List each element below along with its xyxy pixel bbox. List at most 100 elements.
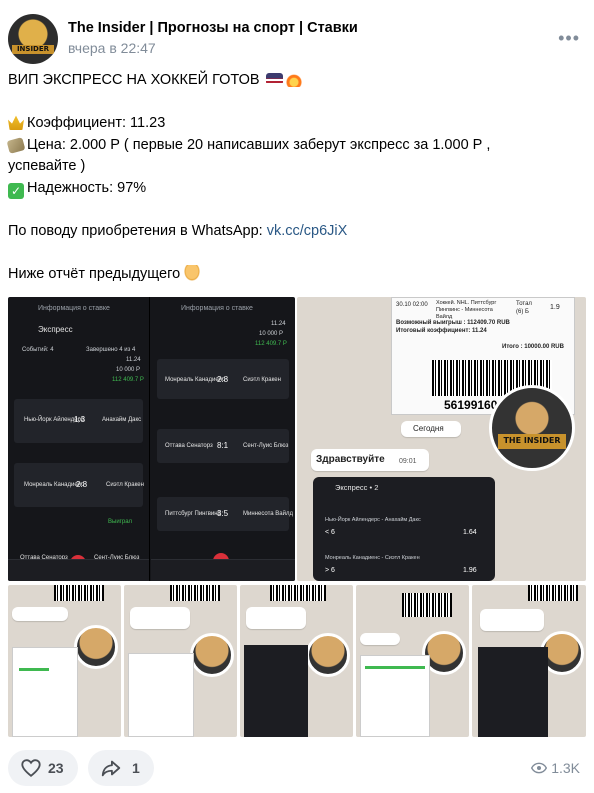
coef-value: 11.24 [271,321,286,327]
match-away: Миннесота Вайлд [243,511,293,517]
fire-icon [285,71,302,87]
app-screenshot [12,647,78,737]
insider-badge-icon: THE INSIDER [489,385,575,471]
date-chip-label: Сегодня [413,424,444,433]
share-button[interactable]: 1 [88,750,154,786]
reliability-text: Надежность: 97% [27,179,147,196]
barcode-graphic [402,593,452,617]
more-options-icon[interactable]: ••• [558,28,580,49]
events-label: Событий: 4 [22,347,54,353]
price-text: Цена: 2.000 Р ( первые 20 написавших заб… [27,136,491,153]
match-home: Оттава Сенаторз [165,443,213,449]
coefficient-text: Коэффициент: 11.23 [27,115,166,131]
gallery-photo-2[interactable]: 30.10 02:00 Хоккей. NHL. Питтсбург Пингв… [297,297,586,581]
post-line-report: Ниже отчёт предыдущего [8,264,568,286]
tab-bar [151,559,295,581]
match-score: 1:3 [74,415,86,424]
post-line-title: ВИП ЭКСПРЕСС НА ХОККЕЙ ГОТОВ [8,70,568,92]
match-score: 2:8 [76,480,88,489]
barcode-graphic [528,585,578,601]
share-count: 1 [132,760,140,776]
group-name-link[interactable]: The Insider | Прогнозы на спорт | Ставки [68,20,358,36]
express-bet-1: Нью-Йорк Айлендерс - Анахайм Дакс [325,517,421,523]
share-icon [101,760,121,777]
match-home: Монреаль Канадиенс [165,377,226,383]
greeting-text: Здравствуйте [316,454,385,465]
post-timestamp[interactable]: вчера в 22:47 [68,40,156,56]
match-home: Питтсбург Пингвинс [165,511,221,517]
express-bet-1-selection: < 6 [325,529,335,536]
win-value: 112 409.7 Р [255,341,287,347]
barcode-graphic [170,585,220,601]
post-header: INSIDER The Insider | Прогнозы на спорт … [8,14,586,64]
panel-header: Информация о ставке [38,305,110,312]
gallery-photo-3[interactable] [8,585,121,737]
post-line-reliability: ✓ Надежность: 97% [8,178,568,200]
whatsapp-link[interactable]: vk.cc/cp6JiX [267,223,348,239]
status-bar [19,668,49,671]
insider-badge-icon [190,633,234,677]
report-text: Ниже отчёт предыдущего [8,265,181,282]
match-home: Монреаль Канадиенс [24,482,85,488]
post-actions: 23 1 1.3K [8,750,586,786]
tab-bar [8,559,149,581]
insider-badge-icon [74,625,118,669]
barcode-graphic [270,585,326,601]
greeting-bubble: Здравствуйте 09:01 [311,449,429,471]
total-coef: Итоговый коэффициент: 11.24 [396,328,487,334]
group-avatar[interactable]: INSIDER [8,14,58,64]
status-label: Завершено 4 из 4 [86,347,136,353]
won-label: Выиграл [108,519,133,525]
money-icon [6,136,26,154]
receipt-date: 30.10 02:00 [396,302,428,308]
contact-text: По поводу приобретения в WhatsApp: [8,222,267,239]
badge-title: THE INSIDER [498,434,566,449]
heart-icon [21,759,41,777]
like-count: 23 [48,760,64,776]
chat-bubble [130,607,190,629]
app-screenshot [478,647,548,737]
app-screenshot [360,655,430,737]
express-card-title: Экспресс • 2 [335,483,379,492]
receipt-total: Тотал (6) Б [516,301,532,315]
receipt-odd: 1.9 [550,304,560,311]
gallery-photo-5[interactable] [240,585,353,737]
app-screenshot [244,645,308,737]
post-line-contact: По поводу приобретения в WhatsApp: vk.cc… [8,221,568,243]
express-bet-1-odd: 1.64 [463,529,477,536]
express-bet-2: Монреаль Канадиенс - Сиэтл Кракен [325,555,420,561]
post-line-coef: Коэффициент: 11.23 [8,113,568,135]
gallery-photo-1[interactable]: Информация о ставке Экспресс Событий: 4 … [8,297,295,581]
pointing-down-icon [184,264,201,281]
post-line-price-cont: успевайте ) [8,156,568,178]
express-label: Экспресс [38,325,73,334]
chat-bubble [480,609,544,631]
avatar-logo-text: INSIDER [12,45,54,54]
bet-panel-left: Информация о ставке Экспресс Событий: 4 … [8,297,150,581]
match-away: Сиэтл Кракен [106,482,144,488]
match-away: Анахайм Дакс [102,417,142,423]
greeting-time: 09:01 [399,458,417,465]
views-counter: 1.3K [531,760,580,776]
match-score: 3:5 [217,509,229,518]
gallery-photo-6[interactable] [356,585,469,737]
like-button[interactable]: 23 [8,750,78,786]
stake-value: 10 000 Р [259,331,284,337]
match-score: 8:1 [217,441,229,450]
win-value: 112 409.7 Р [112,377,144,383]
app-screenshot [128,653,194,737]
bet-panel-right: Информация о ставке 11.24 10 000 Р 112 4… [151,297,295,581]
gallery-photo-4[interactable] [124,585,237,737]
chat-bubble [360,633,400,645]
express-card: Экспресс • 2 Нью-Йорк Айлендерс - Анахай… [313,477,495,581]
possible-win: Возможный выигрыш : 112409.70 RUB [396,320,510,326]
express-bet-2-odd: 1.96 [463,567,477,574]
post-title-text: ВИП ЭКСПРЕСС НА ХОККЕЙ ГОТОВ [8,72,260,88]
barcode-graphic [54,585,104,601]
express-bet-2-selection: > 6 [325,567,335,574]
gallery-photo-7[interactable] [472,585,586,737]
post-line-price: Цена: 2.000 Р ( первые 20 написавших заб… [6,135,568,157]
panel-header: Информация о ставке [181,305,253,312]
